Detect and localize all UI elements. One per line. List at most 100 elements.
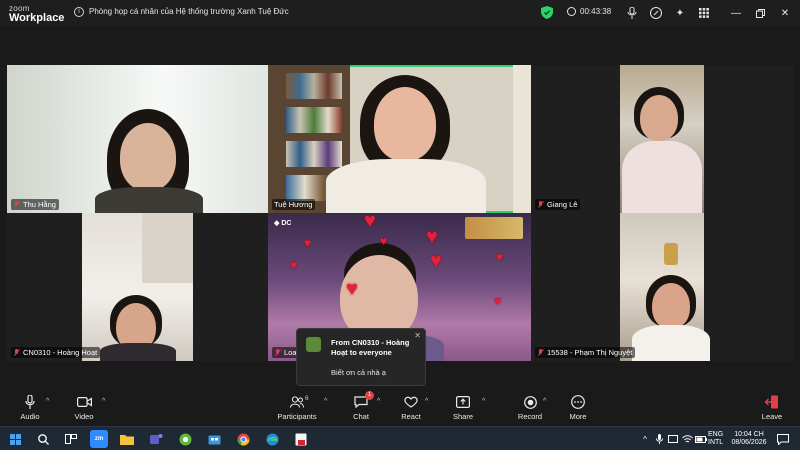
close-notification-icon[interactable]: ✕: [414, 331, 421, 340]
teams-icon[interactable]: [147, 430, 165, 448]
microphone-icon: [25, 394, 35, 410]
record-options-caret[interactable]: ^: [543, 398, 546, 405]
language-code: ENG: [708, 431, 724, 438]
zoom-app-icon[interactable]: zm: [90, 430, 108, 448]
video-tile-thu-hang[interactable]: Thu Hằng: [7, 65, 268, 213]
windows-taskbar: zm ^ ENG INTL 10:04 CH 08/06/2026: [0, 426, 800, 450]
heart-outline-icon: [404, 394, 418, 410]
clock-time: 10:04 CH: [734, 431, 764, 438]
participant-name-tag: Thu Hằng: [11, 199, 59, 210]
chat-sender: From CN0310 - Hoàng Hoạt to everyone: [331, 338, 410, 357]
heart-reaction-icon: ♥: [426, 226, 438, 248]
person-body: [95, 187, 203, 213]
meeting-timer: 00:43:38: [567, 7, 611, 16]
participant-name: 15538 - Phạm Thị Nguyệt: [547, 348, 633, 357]
react-label: React: [401, 412, 421, 421]
audio-options-caret[interactable]: ^: [46, 398, 49, 405]
video-tile-pham-thi-nguyet[interactable]: 15538 - Phạm Thị Nguyệt: [531, 213, 793, 361]
participant-name-tag: Tuệ Hương: [272, 199, 316, 210]
video-camera-icon: [76, 394, 92, 410]
windows-start-icon[interactable]: [6, 430, 24, 448]
timer-text: 00:43:38: [580, 7, 612, 16]
react-options-caret[interactable]: ^: [425, 398, 428, 405]
participants-label: Participants: [277, 412, 317, 421]
participant-name: Tuệ Hương: [274, 200, 313, 209]
record-label: Record: [517, 412, 543, 421]
meeting-title: Phòng họp cá nhân của Hệ thống trường Xa…: [89, 7, 289, 16]
close-icon[interactable]: ✕: [777, 5, 793, 21]
notifications-icon[interactable]: [774, 430, 792, 448]
background-banner: [465, 217, 523, 239]
participant-name: Thu Hằng: [23, 200, 56, 209]
edge-icon[interactable]: [263, 430, 281, 448]
participants-options-caret[interactable]: ^: [324, 398, 327, 405]
ai-companion-icon[interactable]: ✦: [672, 5, 688, 21]
background-logo: ◆ DC: [274, 220, 292, 227]
chat-options-caret[interactable]: ^: [377, 398, 380, 405]
coccoc-browser-icon[interactable]: [176, 430, 194, 448]
keyboard-layout: INTL: [708, 439, 724, 446]
participants-button[interactable]: 6 Participants: [275, 394, 319, 421]
wall-edge: [513, 65, 531, 213]
clock-icon: [567, 7, 576, 16]
chat-label: Chat: [353, 412, 369, 421]
restore-icon[interactable]: [752, 5, 768, 21]
participants-count: 6: [305, 395, 309, 402]
share-screen-icon: [456, 394, 470, 410]
zoom-logo: zoom Workplace: [9, 4, 65, 24]
mic-audio-icon[interactable]: [624, 5, 640, 21]
video-tile-hoang-hoat[interactable]: CN0310 - Hoàng Hoạt: [7, 213, 268, 361]
person-face: [652, 283, 690, 329]
heart-reaction-icon: ♥: [304, 236, 312, 250]
video-tile-tue-huong[interactable]: Tuệ Hương: [268, 65, 531, 213]
heart-reaction-icon: ♥: [496, 250, 504, 264]
sender-avatar: [306, 337, 321, 352]
system-clock[interactable]: 10:04 CH 08/06/2026: [730, 431, 768, 447]
task-view-icon[interactable]: [62, 430, 80, 448]
person-body: [100, 343, 176, 361]
file-explorer-icon[interactable]: [118, 430, 136, 448]
annotate-icon[interactable]: [648, 5, 664, 21]
participant-name: CN0310 - Hoàng Hoạt: [23, 348, 98, 357]
heart-reaction-icon: ♥: [430, 250, 442, 272]
heart-reaction-icon: ♥: [380, 234, 388, 248]
video-button[interactable]: Video: [62, 394, 106, 421]
chat-notification[interactable]: From CN0310 - Hoàng Hoạt to everyone Biế…: [296, 328, 426, 386]
leave-button[interactable]: Leave: [750, 394, 794, 421]
brand-line2: Workplace: [9, 12, 65, 24]
participant-name-tag: 15538 - Phạm Thị Nguyệt: [535, 347, 636, 358]
store-icon[interactable]: [205, 430, 223, 448]
mic-muted-icon: [13, 200, 20, 209]
mic-muted-icon: [13, 348, 20, 357]
person-face: [640, 95, 678, 141]
pdf-app-icon[interactable]: [292, 430, 310, 448]
video-label: Video: [74, 412, 94, 421]
heart-reaction-icon: ♥: [290, 258, 298, 272]
heart-reaction-icon: ♥: [494, 294, 502, 308]
mic-muted-icon: [537, 200, 544, 209]
heart-reaction-icon: ♥: [346, 278, 358, 300]
leave-label: Leave: [761, 412, 783, 421]
video-feed: [82, 213, 193, 361]
video-feed: [620, 65, 704, 213]
more-button[interactable]: More: [556, 394, 600, 421]
input-language[interactable]: ENG INTL: [708, 431, 723, 447]
zoom-window: zoom Workplace i Phòng họp cá nhân của H…: [0, 0, 800, 450]
share-options-caret[interactable]: ^: [482, 398, 485, 405]
person-body: [632, 325, 710, 361]
chat-message: Biết ơn cả nhà ạ: [331, 368, 386, 377]
meeting-info-icon[interactable]: i: [74, 7, 84, 17]
share-label: Share: [452, 412, 473, 421]
share-button[interactable]: Share: [441, 394, 485, 421]
chrome-icon[interactable]: [234, 430, 252, 448]
person-body: [326, 159, 486, 213]
video-options-caret[interactable]: ^: [102, 398, 105, 405]
search-icon[interactable]: [34, 430, 52, 448]
view-grid-icon[interactable]: [696, 5, 712, 21]
audio-label: Audio: [20, 412, 40, 421]
minimize-icon[interactable]: —: [728, 5, 744, 21]
video-tile-giang-le[interactable]: Giang Lê: [531, 65, 793, 213]
shield-icon[interactable]: [541, 6, 553, 19]
person-body: [622, 141, 702, 213]
video-feed: [620, 213, 710, 361]
